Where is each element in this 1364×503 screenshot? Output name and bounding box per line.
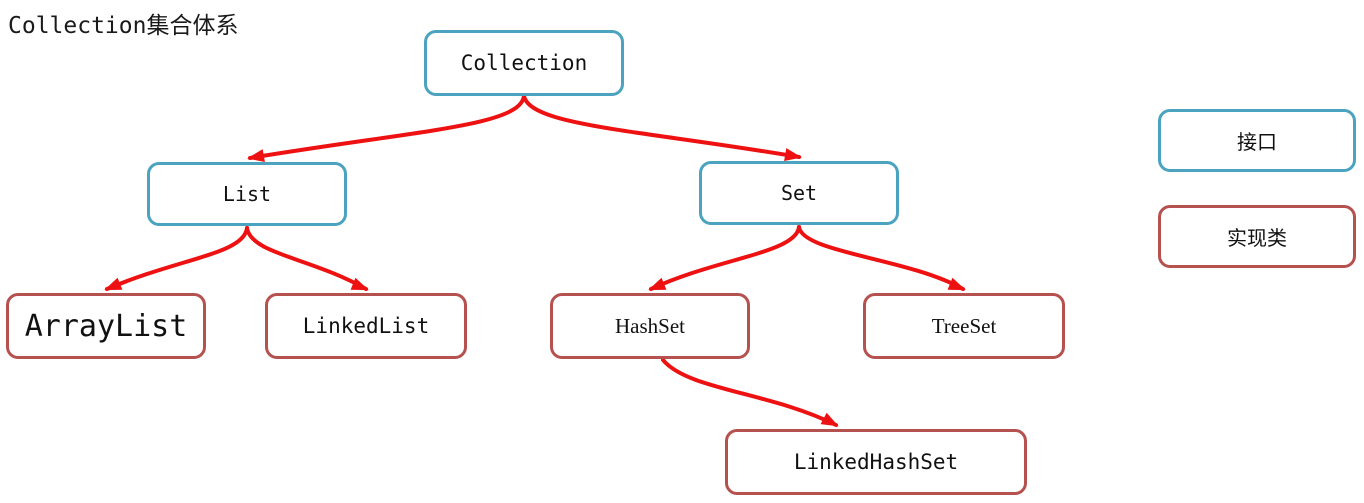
- arrowhead-hashset-to-linkedhashset: [820, 412, 839, 427]
- legend-implementation-label: 实现类: [1227, 226, 1287, 250]
- edge-set-to-hashset: [648, 225, 801, 291]
- node-linkedlist[interactable]: LinkedList: [265, 293, 467, 359]
- legend-interface-label: 接口: [1237, 130, 1277, 154]
- node-label-hashset: HashSet: [615, 313, 685, 338]
- arrowhead-list-to-arraylist: [104, 277, 123, 291]
- node-label-list: List: [222, 182, 272, 206]
- arrowhead-set-to-hashset: [648, 277, 667, 291]
- node-label-linkedhashset: LinkedHashSet: [793, 450, 959, 474]
- arrowhead-collection-to-set: [784, 148, 802, 161]
- node-list[interactable]: List: [147, 162, 347, 226]
- node-label-collection: Collection: [460, 51, 588, 75]
- edge-collection-to-list: [247, 94, 526, 162]
- arrowhead-list-to-linkedlist: [350, 277, 369, 291]
- edge-list-to-arraylist: [104, 226, 249, 291]
- arrowhead-set-to-treeset: [947, 277, 966, 291]
- node-collection[interactable]: Collection: [424, 30, 624, 96]
- node-label-treeset: TreeSet: [931, 313, 997, 338]
- node-set[interactable]: Set: [699, 161, 899, 225]
- edge-collection-to-set: [522, 94, 802, 161]
- node-label-set: Set: [780, 181, 818, 205]
- edge-list-to-linkedlist: [245, 226, 369, 291]
- edge-hashset-to-linkedhashset: [661, 358, 839, 427]
- arrowhead-collection-to-list: [247, 149, 265, 162]
- node-linkedhashset[interactable]: LinkedHashSet: [725, 429, 1027, 495]
- node-hashset[interactable]: HashSet: [550, 293, 750, 359]
- page-title: Collection集合体系: [8, 13, 239, 39]
- node-treeset[interactable]: TreeSet: [863, 293, 1065, 359]
- node-label-linkedlist: LinkedList: [302, 314, 430, 338]
- node-arraylist[interactable]: ArrayList: [6, 293, 206, 359]
- diagram-canvas: Collection集合体系 Collection List Set ArrayLis…: [0, 0, 1364, 503]
- edge-set-to-treeset: [797, 225, 966, 291]
- node-label-arraylist: ArrayList: [24, 308, 188, 344]
- legend-implementation: 实现类: [1158, 205, 1356, 268]
- legend-interface: 接口: [1158, 109, 1356, 172]
